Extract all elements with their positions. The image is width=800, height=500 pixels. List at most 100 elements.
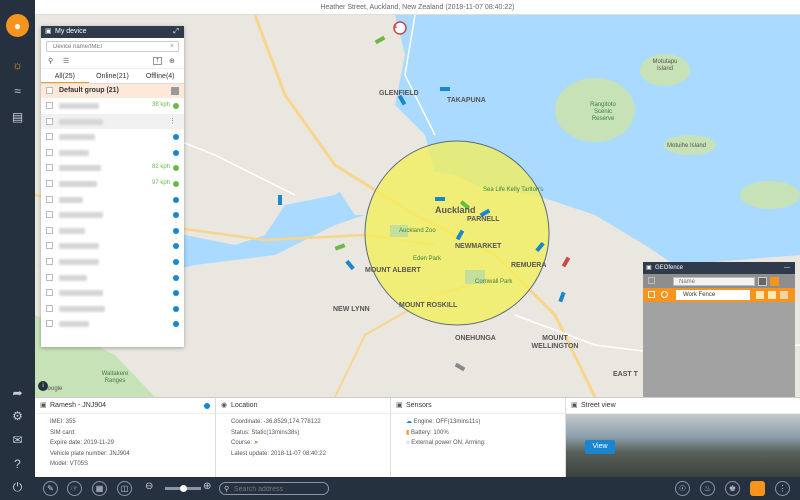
course: Course: ➤ bbox=[216, 438, 390, 449]
mail-icon[interactable]: ✉ bbox=[0, 427, 35, 453]
map-label-mount-albert: MOUNT ALBERT bbox=[365, 267, 421, 274]
user-list-icon[interactable]: ♚ bbox=[725, 481, 740, 496]
device-checkbox[interactable] bbox=[46, 148, 53, 156]
map-label-remuera: REMUERA bbox=[511, 262, 547, 269]
device-checkbox[interactable] bbox=[46, 117, 53, 125]
clear-search-icon[interactable]: × bbox=[170, 42, 174, 51]
save-icon[interactable] bbox=[768, 291, 776, 299]
device-name-redacted bbox=[59, 305, 105, 312]
delete-icon[interactable] bbox=[780, 291, 788, 299]
device-row[interactable] bbox=[41, 223, 184, 239]
group-checkbox[interactable] bbox=[46, 87, 53, 94]
device-row[interactable]: 82 kph bbox=[41, 160, 184, 176]
vehicle-marker[interactable] bbox=[278, 195, 282, 205]
vehicle-marker[interactable] bbox=[435, 197, 445, 201]
chart-nav-icon[interactable]: ≈ bbox=[0, 78, 35, 104]
device-search-input[interactable] bbox=[47, 42, 178, 51]
vehicle-plate: Vehicle plate number: JNJ904 bbox=[50, 450, 130, 457]
device-checkbox[interactable] bbox=[46, 102, 53, 109]
device-checkbox[interactable] bbox=[46, 320, 53, 328]
fence-tool-icon[interactable]: ☉ bbox=[675, 481, 690, 496]
imei-label: IMEI: 355 bbox=[50, 419, 76, 425]
text-toggle-button[interactable]: T bbox=[153, 57, 163, 65]
zoom-slider-knob[interactable] bbox=[180, 485, 187, 492]
power-icon[interactable]: ⏻ bbox=[0, 474, 35, 500]
device-row[interactable] bbox=[41, 270, 184, 286]
device-row[interactable] bbox=[41, 238, 184, 254]
device-checkbox[interactable] bbox=[46, 195, 53, 203]
cluster-marker-label: 1 bbox=[394, 24, 398, 30]
add-device-icon[interactable]: ⊕ bbox=[169, 57, 175, 65]
device-checkbox[interactable] bbox=[46, 257, 53, 265]
device-row[interactable] bbox=[41, 254, 184, 270]
device-row[interactable] bbox=[41, 192, 184, 208]
device-checkbox[interactable] bbox=[46, 179, 53, 187]
minimize-icon[interactable]: — bbox=[784, 262, 790, 274]
geofence-row[interactable]: Work Fence bbox=[643, 288, 795, 302]
traffic-icon[interactable]: ▦ bbox=[92, 481, 107, 496]
device-checkbox[interactable] bbox=[46, 211, 53, 219]
group-collapse-icon[interactable] bbox=[171, 87, 179, 95]
device-row[interactable]: ⋮ bbox=[41, 113, 184, 130]
device-checkbox[interactable] bbox=[46, 133, 53, 141]
map-label-new-lynn: NEW LYNN bbox=[333, 306, 370, 313]
geofence-add-button[interactable] bbox=[770, 277, 779, 286]
device-row[interactable]: 38 kph bbox=[41, 98, 184, 114]
vehicle-marker[interactable] bbox=[440, 87, 450, 91]
route-icon[interactable]: ☞ bbox=[67, 481, 82, 496]
device-menu-icon[interactable]: ⋮ bbox=[169, 114, 176, 130]
settings-gear-icon[interactable]: ⚙ bbox=[0, 403, 35, 429]
device-row[interactable] bbox=[41, 145, 184, 161]
map-nav-icon[interactable]: ☼ bbox=[0, 52, 35, 78]
ruler-icon[interactable]: ✎ bbox=[43, 481, 58, 496]
location-column: ◉ Location Coordinate: -36.8529,174.7781… bbox=[216, 398, 391, 478]
address-search-input[interactable] bbox=[234, 484, 326, 494]
device-toolbar: ⚲ ☰ T ⊕ bbox=[41, 55, 184, 69]
device-checkbox[interactable] bbox=[46, 304, 53, 312]
geofence-select-all-checkbox[interactable] bbox=[648, 277, 655, 284]
grid-view-icon[interactable] bbox=[750, 481, 765, 496]
geofence-search-button[interactable] bbox=[758, 277, 767, 286]
map-info-icon[interactable]: i bbox=[38, 381, 48, 391]
tab-online[interactable]: Online(21) bbox=[89, 69, 137, 83]
device-row[interactable] bbox=[41, 316, 184, 332]
list-view-icon[interactable]: ☰ bbox=[63, 57, 69, 65]
map-label-mount-wellington: MOUNT WELLINGTON bbox=[531, 335, 579, 350]
device-row[interactable]: 97 kph bbox=[41, 176, 184, 192]
device-status-dot bbox=[173, 180, 179, 187]
device-checkbox[interactable] bbox=[46, 289, 53, 297]
device-name-redacted bbox=[59, 103, 99, 109]
layers-icon[interactable]: ◫ bbox=[117, 481, 132, 496]
edit-icon[interactable] bbox=[756, 291, 764, 299]
bottom-toolbar: ✎ ☞ ▦ ◫ ⊖ ⊕ ⚲ ☉ ♨ ♚ ⋮ bbox=[35, 477, 800, 500]
default-group-row[interactable]: Default group (21) bbox=[41, 84, 184, 98]
geofence-name[interactable]: Work Fence bbox=[676, 290, 750, 300]
zoom-out-icon[interactable]: ⊖ bbox=[145, 481, 153, 492]
expand-icon[interactable]: ⤢ bbox=[173, 26, 179, 38]
geofence-row-checkbox[interactable] bbox=[648, 291, 655, 298]
street-view-button[interactable]: View bbox=[585, 440, 615, 454]
vehicle-info-bar: ▣ Ramesh - JNJ904 IMEI: 355 SIM card: Ex… bbox=[35, 397, 800, 478]
device-row[interactable] bbox=[41, 207, 184, 223]
tab-all[interactable]: All(25) bbox=[41, 69, 89, 83]
device-checkbox[interactable] bbox=[46, 273, 53, 281]
alert-bell-icon[interactable]: ♨ bbox=[700, 481, 715, 496]
device-row[interactable] bbox=[41, 129, 184, 145]
map-label-cornwall-park: Cornwall Park bbox=[475, 279, 513, 285]
geofence-search-input[interactable] bbox=[673, 277, 755, 286]
zoom-in-icon[interactable]: ⊕ bbox=[203, 481, 211, 492]
device-checkbox[interactable] bbox=[46, 242, 53, 250]
device-row[interactable] bbox=[41, 285, 184, 301]
device-checkbox[interactable] bbox=[46, 164, 53, 172]
device-panel-header: ▣ My device ⤢ bbox=[41, 26, 184, 38]
more-icon[interactable]: ⋮ bbox=[775, 481, 790, 496]
pin-icon[interactable]: ⚲ bbox=[48, 57, 53, 65]
device-row[interactable] bbox=[41, 301, 184, 317]
zoom-slider[interactable] bbox=[165, 485, 201, 492]
device-name-redacted bbox=[59, 321, 89, 328]
user-avatar-icon[interactable]: ● bbox=[6, 14, 29, 37]
map-label-motutapu: Motutapu Island bbox=[652, 59, 678, 72]
device-checkbox[interactable] bbox=[46, 226, 53, 234]
car-nav-icon[interactable]: ▤ bbox=[0, 104, 35, 130]
tab-offline[interactable]: Offline(4) bbox=[136, 69, 184, 83]
